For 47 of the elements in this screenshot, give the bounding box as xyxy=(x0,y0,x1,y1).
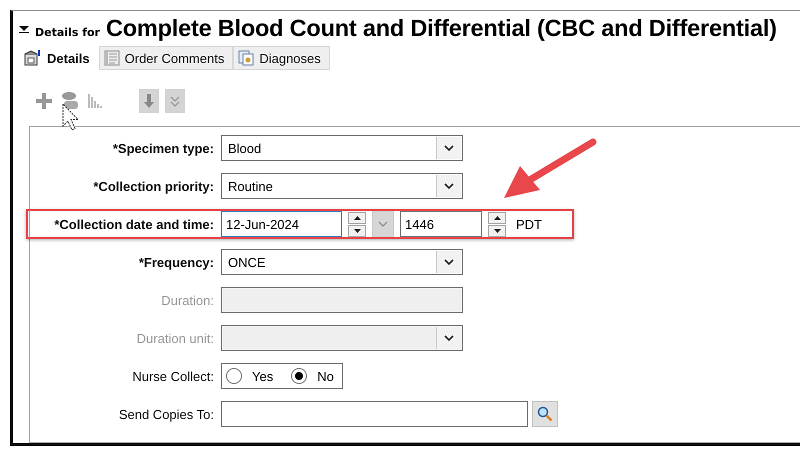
tab[interactable]: Diagnoses xyxy=(233,46,330,70)
order-title: Complete Blood Count and Differential (CBC and Differential) xyxy=(106,15,777,42)
down-arrow-icon xyxy=(494,228,500,232)
documents-icon xyxy=(238,50,254,66)
field-label: Duration unit: xyxy=(136,330,214,346)
chevron-down-icon xyxy=(444,258,454,266)
field-label: *Specimen type: xyxy=(112,140,214,156)
tab[interactable]: Order Comments xyxy=(98,46,234,70)
document-icon xyxy=(104,50,120,66)
chevron-down-icon xyxy=(378,220,388,228)
dropdown-field[interactable]: Blood xyxy=(221,135,463,161)
chevron-down-icon xyxy=(444,144,454,152)
chevron-down-icon xyxy=(444,334,454,342)
time-zone: PDT xyxy=(516,216,542,232)
field-label: Nurse Collect: xyxy=(131,368,214,384)
field-label: *Collection date and time: xyxy=(53,216,214,232)
search-icon xyxy=(537,406,553,422)
text-field[interactable] xyxy=(221,401,528,427)
date-field[interactable]: 12-Jun-2024 xyxy=(221,211,342,237)
radio-option[interactable]: No xyxy=(291,368,334,384)
spin-down-button[interactable] xyxy=(348,224,366,236)
details-for-label: Details for xyxy=(35,26,100,39)
plus-icon[interactable] xyxy=(35,92,53,110)
field-label: *Collection priority: xyxy=(92,178,214,194)
field-label: Duration: xyxy=(160,292,214,308)
up-arrow-icon xyxy=(354,216,360,220)
down-arrow-icon xyxy=(143,93,155,109)
field-label: *Frequency: xyxy=(138,254,214,270)
dropdown-button[interactable] xyxy=(436,137,461,159)
search-button[interactable] xyxy=(532,401,558,427)
chevron-down-icon xyxy=(444,182,454,190)
collapse-icon[interactable] xyxy=(19,24,29,33)
dropdown-button[interactable] xyxy=(436,175,461,197)
field-label: Send Copies To: xyxy=(118,406,214,422)
spin-up-button[interactable] xyxy=(488,212,506,224)
form-icon xyxy=(24,50,42,66)
pill-icon[interactable] xyxy=(59,90,81,112)
down-arrow-icon xyxy=(354,228,360,232)
dropdown-field[interactable]: Routine xyxy=(221,173,463,199)
radio-option[interactable]: Yes xyxy=(226,368,274,384)
up-arrow-icon xyxy=(494,216,500,220)
dropdown-button[interactable] xyxy=(436,251,461,273)
spin-up-button[interactable] xyxy=(348,212,366,224)
double-chevron-icon xyxy=(170,94,180,108)
time-field[interactable]: 1446 xyxy=(400,211,482,237)
spin-down-button[interactable] xyxy=(488,224,506,236)
dropdown-field[interactable]: ONCE xyxy=(221,249,463,275)
